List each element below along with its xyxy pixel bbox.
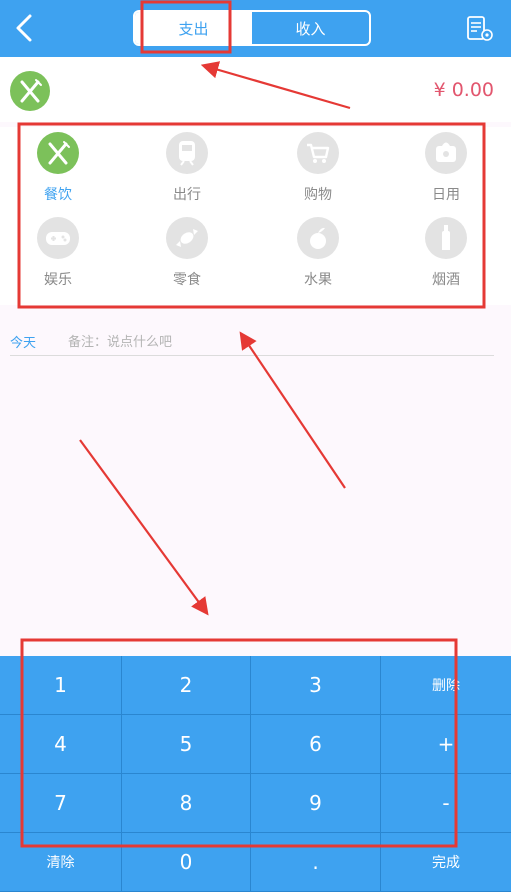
key-4[interactable]: 4 xyxy=(0,715,122,774)
category-dining[interactable]: 餐饮 xyxy=(23,132,93,208)
candy-icon xyxy=(176,229,198,247)
key-minus[interactable]: - xyxy=(381,774,511,833)
category-icon-bg xyxy=(297,217,339,259)
annotation-arrow-keypad xyxy=(79,439,209,616)
amount-row: ¥ 0.00 xyxy=(0,57,511,122)
category-fruit[interactable]: 水果 xyxy=(283,217,353,293)
key-delete[interactable]: 删除 xyxy=(381,656,511,715)
key-clear[interactable]: 清除 xyxy=(0,833,122,892)
key-7[interactable]: 7 xyxy=(0,774,122,833)
cutlery-icon xyxy=(20,79,42,103)
key-5[interactable]: 5 xyxy=(122,715,251,774)
key-3[interactable]: 3 xyxy=(251,656,381,715)
key-plus[interactable]: + xyxy=(381,715,511,774)
category-snacks[interactable]: 零食 xyxy=(152,217,222,293)
category-icon-bg xyxy=(425,217,467,259)
category-icon-bg xyxy=(425,132,467,174)
category-label: 水果 xyxy=(304,272,332,288)
date-selector[interactable]: 今天 xyxy=(10,332,36,351)
train-icon xyxy=(179,141,195,166)
cart-icon xyxy=(307,143,330,163)
key-done[interactable]: 完成 xyxy=(381,833,511,892)
report-settings-icon[interactable] xyxy=(466,16,494,42)
category-label: 零食 xyxy=(173,272,201,288)
category-icon-bg xyxy=(37,217,79,259)
category-label: 出行 xyxy=(173,187,201,203)
app-header: 支出 收入 xyxy=(0,0,511,57)
category-daily[interactable]: 日用 xyxy=(411,132,481,208)
cutlery-icon xyxy=(48,141,70,165)
category-shopping[interactable]: 购物 xyxy=(283,132,353,208)
tissue-icon xyxy=(436,142,456,162)
category-entertainment[interactable]: 娱乐 xyxy=(23,217,93,293)
key-6[interactable]: 6 xyxy=(251,715,381,774)
category-icon-bg xyxy=(297,132,339,174)
category-grid: 餐饮 出行 购物 日用 娱乐 零食 水果 烟酒 xyxy=(0,127,511,305)
expense-income-toggle: 支出 收入 xyxy=(133,10,371,46)
back-arrow-icon[interactable] xyxy=(10,12,40,44)
category-icon-bg xyxy=(166,132,208,174)
bottle-icon xyxy=(442,225,450,250)
key-0[interactable]: 0 xyxy=(122,833,251,892)
note-underline xyxy=(10,355,494,356)
category-label: 餐饮 xyxy=(44,187,72,203)
selected-category-icon xyxy=(10,71,50,111)
category-icon-bg xyxy=(166,217,208,259)
key-dot[interactable]: . xyxy=(251,833,381,892)
key-9[interactable]: 9 xyxy=(251,774,381,833)
category-travel[interactable]: 出行 xyxy=(152,132,222,208)
tab-income[interactable]: 收入 xyxy=(252,12,369,44)
number-keypad: 1 2 3 删除 4 5 6 + 7 8 9 - 清除 0 . 完成 xyxy=(0,656,511,892)
category-tobacco-alcohol[interactable]: 烟酒 xyxy=(411,217,481,293)
key-2[interactable]: 2 xyxy=(122,656,251,715)
category-label: 烟酒 xyxy=(432,272,460,288)
annotation-arrow-grid xyxy=(239,331,346,489)
gamepad-icon xyxy=(46,232,70,245)
tab-expense[interactable]: 支出 xyxy=(135,12,252,44)
key-1[interactable]: 1 xyxy=(0,656,122,715)
fruit-icon xyxy=(310,227,326,249)
category-label: 娱乐 xyxy=(44,272,72,288)
category-icon-bg xyxy=(37,132,79,174)
key-8[interactable]: 8 xyxy=(122,774,251,833)
category-label: 购物 xyxy=(304,187,332,203)
note-input[interactable] xyxy=(68,331,488,353)
category-label: 日用 xyxy=(432,187,460,203)
amount-display: ¥ 0.00 xyxy=(433,79,494,101)
